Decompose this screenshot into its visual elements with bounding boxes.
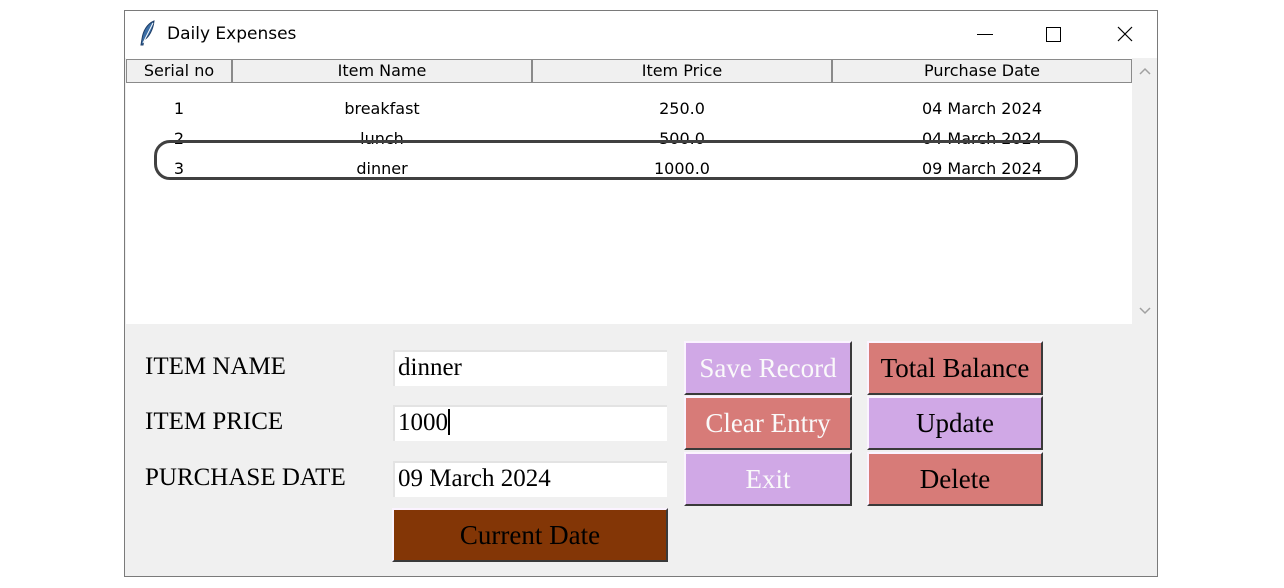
cell-item-name: lunch <box>360 129 404 148</box>
column-header-serial-no[interactable]: Serial no <box>126 59 232 83</box>
clear-entry-button[interactable]: Clear Entry <box>684 396 852 450</box>
feather-icon <box>139 20 157 46</box>
purchase-date-label: PURCHASE DATE <box>145 464 346 491</box>
total-balance-button[interactable]: Total Balance <box>867 341 1043 395</box>
scroll-down-icon[interactable] <box>1138 306 1152 316</box>
column-header-purchase-date[interactable]: Purchase Date <box>832 59 1132 83</box>
cell-item-name: dinner <box>356 159 408 178</box>
table-row[interactable]: 1 breakfast 250.0 04 March 2024 <box>126 94 1132 124</box>
column-header-item-price[interactable]: Item Price <box>532 59 832 83</box>
maximize-icon[interactable] <box>1023 11 1083 58</box>
cell-purchase-date: 04 March 2024 <box>921 129 1043 148</box>
item-price-input[interactable]: 1000 <box>393 405 667 441</box>
scroll-up-icon[interactable] <box>1138 66 1152 76</box>
expenses-table[interactable]: Serial no Item Name Item Price Purchase … <box>126 58 1132 324</box>
current-date-button[interactable]: Current Date <box>392 508 668 562</box>
table-row[interactable]: 3 dinner 1000.0 09 March 2024 <box>126 154 1132 184</box>
table-header: Serial no Item Name Item Price Purchase … <box>126 59 1132 83</box>
item-price-value: 1000 <box>398 409 448 436</box>
cell-serial-no: 2 <box>173 129 185 148</box>
cell-item-price: 1000.0 <box>654 159 710 178</box>
item-name-label: ITEM NAME <box>145 353 286 380</box>
close-icon[interactable] <box>1095 11 1155 58</box>
table-scrollbar[interactable] <box>1132 58 1157 324</box>
minimize-icon[interactable] <box>955 11 1015 58</box>
column-header-item-name[interactable]: Item Name <box>232 59 532 83</box>
daily-expenses-window: Daily Expenses Serial no Item Name Item … <box>124 10 1158 577</box>
item-price-label: ITEM PRICE <box>145 408 284 435</box>
save-record-button[interactable]: Save Record <box>684 341 852 395</box>
table-row[interactable]: 2 lunch 500.0 04 March 2024 <box>126 124 1132 154</box>
exit-button[interactable]: Exit <box>684 452 852 506</box>
cell-serial-no: 1 <box>173 99 185 118</box>
cell-purchase-date: 09 March 2024 <box>921 159 1043 178</box>
purchase-date-input[interactable]: 09 March 2024 <box>393 461 667 497</box>
delete-button[interactable]: Delete <box>867 452 1043 506</box>
update-button[interactable]: Update <box>867 396 1043 450</box>
text-cursor <box>448 409 450 435</box>
cell-item-price: 250.0 <box>659 99 705 118</box>
cell-serial-no: 3 <box>173 159 185 178</box>
cell-item-price: 500.0 <box>659 129 705 148</box>
cell-purchase-date: 04 March 2024 <box>921 99 1043 118</box>
title-bar[interactable]: Daily Expenses <box>125 11 1157 58</box>
cell-item-name: breakfast <box>344 99 420 118</box>
window-title: Daily Expenses <box>167 24 297 44</box>
item-name-input[interactable]: dinner <box>393 350 667 386</box>
